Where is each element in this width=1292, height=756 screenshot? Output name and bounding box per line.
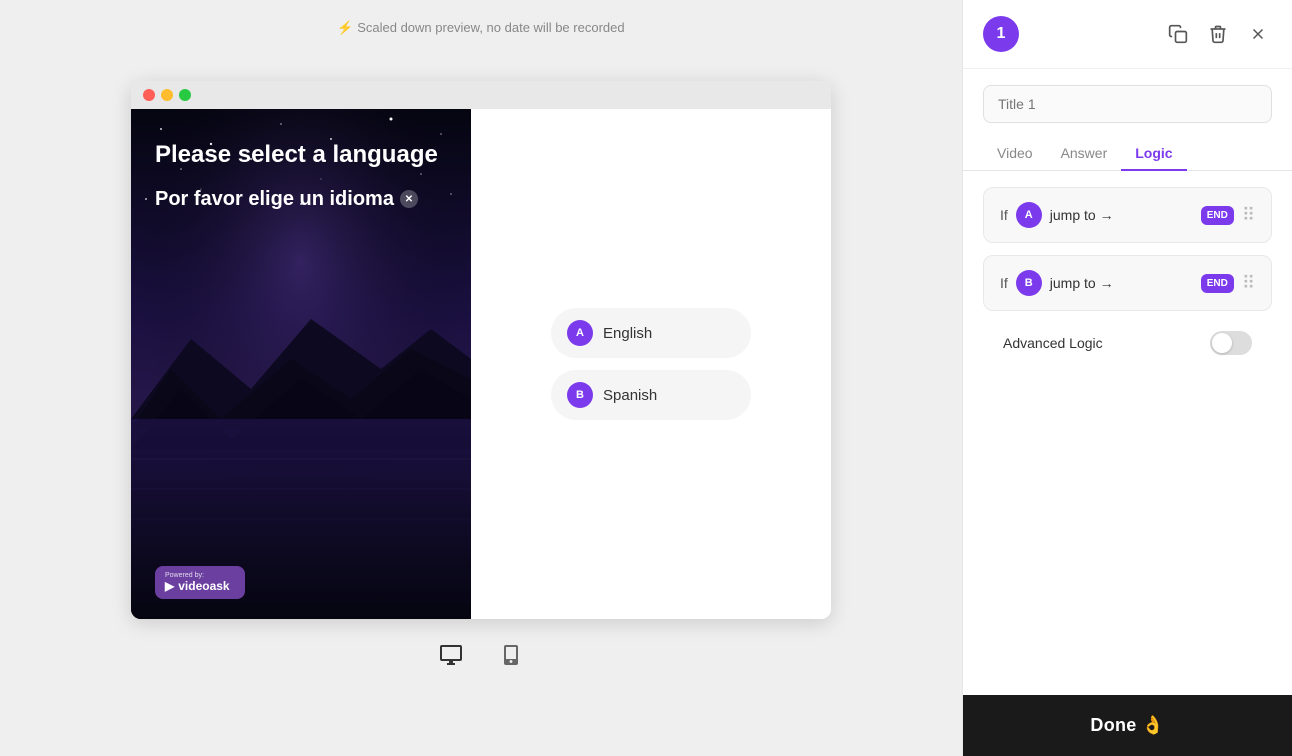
browser-content: Please select a language Por favor elige… bbox=[131, 109, 831, 619]
powered-by-badge: Powered by: ▶ videoask bbox=[155, 566, 245, 599]
tab-answer[interactable]: Answer bbox=[1047, 137, 1122, 171]
advanced-logic-label: Advanced Logic bbox=[1003, 335, 1103, 351]
powered-by-label: Powered by: bbox=[165, 572, 204, 579]
video-text: Please select a language Por favor elige… bbox=[155, 139, 447, 212]
copy-button[interactable] bbox=[1164, 20, 1192, 48]
preview-notice: ⚡ Scaled down preview, no date will be r… bbox=[337, 20, 624, 36]
logic-if-a: If bbox=[1000, 207, 1008, 223]
advanced-logic-toggle[interactable] bbox=[1210, 331, 1252, 355]
tab-video[interactable]: Video bbox=[983, 137, 1047, 171]
preview-controls bbox=[431, 635, 531, 675]
option-badge-a: A bbox=[567, 320, 593, 346]
logic-rule-a: If A jump to → END ⠿ bbox=[983, 187, 1272, 243]
option-label-a: English bbox=[603, 325, 652, 342]
right-panel: 1 bbox=[962, 0, 1292, 756]
step-number: 1 bbox=[983, 16, 1019, 52]
tab-logic[interactable]: Logic bbox=[1121, 137, 1186, 171]
video-title: Please select a language bbox=[155, 139, 447, 170]
window-dot-yellow bbox=[161, 89, 173, 101]
option-badge-b: B bbox=[567, 382, 593, 408]
logic-jump-b: jump to → bbox=[1050, 275, 1114, 291]
panel-actions bbox=[1164, 20, 1272, 48]
end-badge-a[interactable]: END bbox=[1201, 206, 1234, 225]
tabs: Video Answer Logic bbox=[963, 137, 1292, 171]
title-input[interactable] bbox=[983, 85, 1272, 123]
logic-rule-a-left: If A jump to → bbox=[1000, 202, 1114, 228]
logic-rule-b-left: If B jump to → bbox=[1000, 270, 1114, 296]
window-dot-green bbox=[179, 89, 191, 101]
videoask-logo: ▶ videoask bbox=[165, 579, 230, 593]
mobile-view-button[interactable] bbox=[491, 635, 531, 675]
answer-side: A English B Spanish bbox=[471, 109, 831, 619]
logic-rule-b: If B jump to → END ⠿ bbox=[983, 255, 1272, 311]
video-subtitle: Por favor elige un idioma ✕ bbox=[155, 186, 447, 212]
video-side: Please select a language Por favor elige… bbox=[131, 109, 471, 619]
preview-area: ⚡ Scaled down preview, no date will be r… bbox=[0, 0, 962, 756]
logic-rule-a-right: END ⠿ bbox=[1201, 205, 1255, 226]
window-dot-red bbox=[143, 89, 155, 101]
subtitle-close-icon: ✕ bbox=[400, 190, 418, 208]
toggle-knob bbox=[1212, 333, 1232, 353]
logic-rule-b-right: END ⠿ bbox=[1201, 273, 1255, 294]
answer-option-a[interactable]: A English bbox=[551, 308, 751, 358]
drag-handle-a[interactable]: ⠿ bbox=[1242, 205, 1255, 226]
option-label-b: Spanish bbox=[603, 387, 657, 404]
delete-button[interactable] bbox=[1204, 20, 1232, 48]
logic-content: If A jump to → END ⠿ If B jump to → END … bbox=[963, 171, 1292, 695]
panel-header: 1 bbox=[963, 0, 1292, 69]
close-button[interactable] bbox=[1244, 20, 1272, 48]
drag-handle-b[interactable]: ⠿ bbox=[1242, 273, 1255, 294]
desktop-view-button[interactable] bbox=[431, 635, 471, 675]
logic-if-b: If bbox=[1000, 275, 1008, 291]
browser-window: Please select a language Por favor elige… bbox=[131, 81, 831, 619]
done-button[interactable]: Done 👌 bbox=[963, 695, 1292, 756]
advanced-logic-row: Advanced Logic bbox=[983, 323, 1272, 363]
logic-answer-badge-a: A bbox=[1016, 202, 1042, 228]
end-badge-b[interactable]: END bbox=[1201, 274, 1234, 293]
logic-jump-a: jump to → bbox=[1050, 207, 1114, 223]
answer-option-b[interactable]: B Spanish bbox=[551, 370, 751, 420]
logic-answer-badge-b: B bbox=[1016, 270, 1042, 296]
browser-toolbar bbox=[131, 81, 831, 109]
